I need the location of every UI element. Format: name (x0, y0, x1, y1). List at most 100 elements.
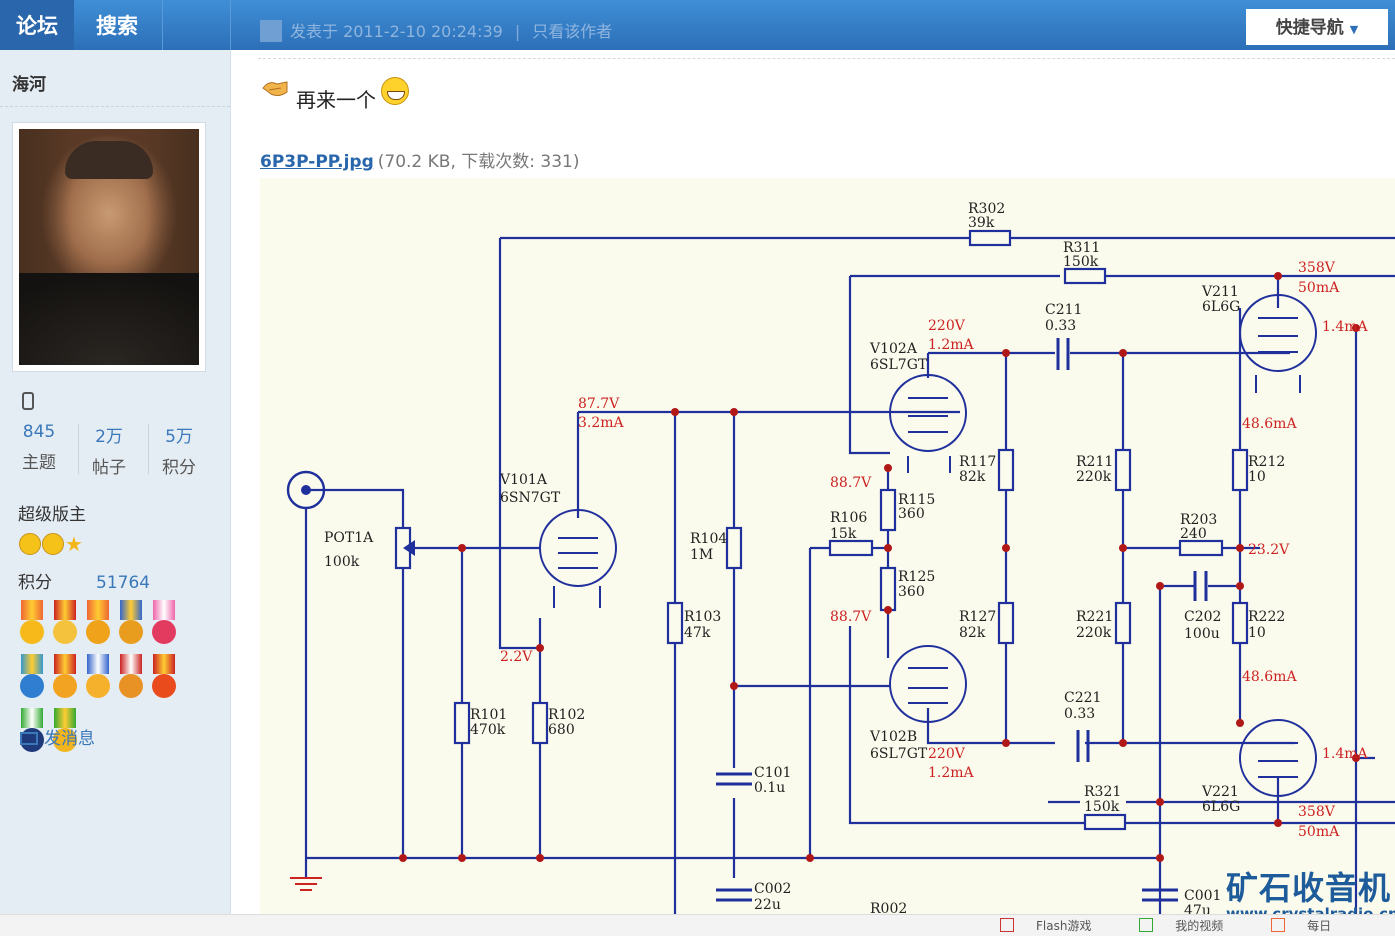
label-cathode-voltage-top: 88.7V (830, 475, 872, 491)
medal-icon[interactable] (52, 600, 78, 648)
user-stats: 845 主题 2万 帖子 5万 积分 (10, 422, 220, 482)
label-r102-value: 680 (548, 722, 575, 738)
label-r104: R104 (690, 531, 727, 547)
smiley-icon (19, 533, 41, 555)
attachment: 6P3P-PP.jpg (70.2 KB, 下载次数: 331) (260, 147, 579, 172)
post-body: 再来一个 (296, 88, 376, 112)
label-r127: R127 (959, 609, 996, 625)
attachment-info: (70.2 KB, 下载次数: 331) (377, 152, 580, 172)
send-message-link[interactable]: 发消息 (20, 724, 95, 749)
chevron-down-icon: ▼ (1349, 23, 1359, 36)
label-v211-screen: 1.4mA (1322, 319, 1369, 335)
tab-search[interactable]: 搜索 (74, 0, 160, 50)
bottom-link-daily[interactable]: 每日 (1271, 918, 1353, 933)
medal-icon[interactable] (19, 654, 45, 702)
stat-value: 2万 (95, 427, 123, 447)
label-v221-voltage: 358V (1298, 804, 1336, 820)
label-r103: R103 (684, 609, 721, 625)
quick-nav-button[interactable]: 快捷导航 ▼ (1246, 9, 1388, 45)
username[interactable]: 海河 (12, 70, 46, 95)
user-rank[interactable]: 超级版主 (18, 500, 86, 525)
watermark-name: 矿石收音机 (1226, 869, 1392, 907)
label-r302-value: 39k (968, 215, 995, 231)
label-v102a-type: 6SL7GT (870, 357, 928, 373)
label-v211-voltage: 358V (1298, 260, 1336, 276)
label-v221-current: 50mA (1298, 824, 1340, 840)
user-points: 积分 51764 (18, 568, 150, 593)
label-cathode-voltage-bottom: 88.7V (830, 609, 872, 625)
label-r104-value: 1M (690, 547, 713, 563)
label-c211: C211 (1045, 302, 1082, 318)
label-r211: R211 (1076, 454, 1113, 470)
medal-icon[interactable] (118, 654, 144, 702)
label-v101-cathode: 2.2V (500, 649, 533, 665)
label-c221: C221 (1064, 690, 1101, 706)
label-v221-type: 6L6G (1202, 799, 1240, 815)
label-pot1a: POT1A (324, 530, 374, 546)
meta-separator: | (514, 22, 521, 41)
label-r127-value: 82k (959, 625, 986, 641)
label-bias-voltage: 23.2V (1248, 542, 1290, 558)
schematic-image[interactable]: R302 39k R311 150k V211 6L6G C211 0.33 V… (260, 178, 1395, 915)
bottom-link-video[interactable]: 我的视频 (1139, 918, 1245, 933)
label-r311-value: 150k (1063, 254, 1099, 270)
send-message-label: 发消息 (44, 729, 95, 749)
stat-points[interactable]: 5万 积分 (150, 422, 208, 478)
tab-divider (230, 0, 231, 50)
bottom-toolbar: Flash游戏 我的视频 每日 (0, 914, 1395, 936)
medal-icon[interactable] (151, 654, 177, 702)
label-r101-value: 470k (470, 722, 506, 738)
points-value: 51764 (96, 573, 151, 593)
label-v102b-voltage: 220V (928, 746, 966, 762)
envelope-icon (20, 732, 38, 745)
label-r117-value: 82k (959, 469, 986, 485)
rank-stars: ★ (19, 533, 83, 555)
points-label: 积分 (18, 573, 52, 593)
label-r203-value: 240 (1180, 526, 1207, 542)
label-v221-screen: 1.4mA (1322, 746, 1369, 762)
bottom-link-flash[interactable]: Flash游戏 (1000, 918, 1113, 933)
star-icon: ★ (65, 532, 83, 556)
label-r115-value: 360 (898, 506, 925, 522)
label-r125: R125 (898, 569, 935, 585)
label-c101-value: 0.1u (754, 780, 785, 796)
medal-icon[interactable] (151, 600, 177, 648)
label-current-486-bottom: 48.6mA (1242, 669, 1297, 685)
divider (0, 106, 230, 107)
label-v101-current: 3.2mA (578, 415, 625, 431)
label-r222: R222 (1248, 609, 1285, 625)
label-r221: R221 (1076, 609, 1113, 625)
stat-label: 积分 (162, 458, 196, 478)
label-current-486-top: 48.6mA (1242, 416, 1297, 432)
label-v102a-voltage: 220V (928, 318, 966, 334)
label-c202-value: 100u (1184, 626, 1220, 642)
label-r212-value: 10 (1248, 469, 1266, 485)
medal-icon[interactable] (118, 600, 144, 648)
tab-forum[interactable]: 论坛 (0, 0, 74, 50)
stat-posts[interactable]: 2万 帖子 (80, 422, 138, 478)
label-v102b-type: 6SL7GT (870, 746, 928, 762)
medal-icon[interactable] (85, 600, 111, 648)
smiley-icon (42, 533, 64, 555)
label-v211-current: 50mA (1298, 280, 1340, 296)
label-r117: R117 (959, 454, 996, 470)
only-author-link[interactable]: 只看该作者 (532, 22, 612, 41)
label-r103-value: 47k (684, 625, 711, 641)
stat-threads[interactable]: 845 主题 (10, 422, 68, 473)
stat-label: 帖子 (92, 458, 126, 478)
quick-nav-label: 快捷导航 (1275, 18, 1344, 38)
label-v101-voltage: 87.7V (578, 396, 620, 412)
medal-icon[interactable] (52, 654, 78, 702)
label-r211-value: 220k (1076, 469, 1112, 485)
post-time: 发表于 2011-2-10 20:24:39 (290, 22, 503, 41)
label-c202: C202 (1184, 609, 1221, 625)
attachment-link[interactable]: 6P3P-PP.jpg (260, 152, 374, 172)
game-icon (1000, 918, 1014, 932)
label-c101: C101 (754, 765, 791, 781)
fire-icon (1271, 918, 1286, 932)
avatar[interactable] (19, 129, 199, 365)
medal-icon[interactable] (19, 600, 45, 648)
label-r106-value: 15k (830, 526, 857, 542)
mobile-icon (22, 392, 34, 410)
medal-icon[interactable] (85, 654, 111, 702)
